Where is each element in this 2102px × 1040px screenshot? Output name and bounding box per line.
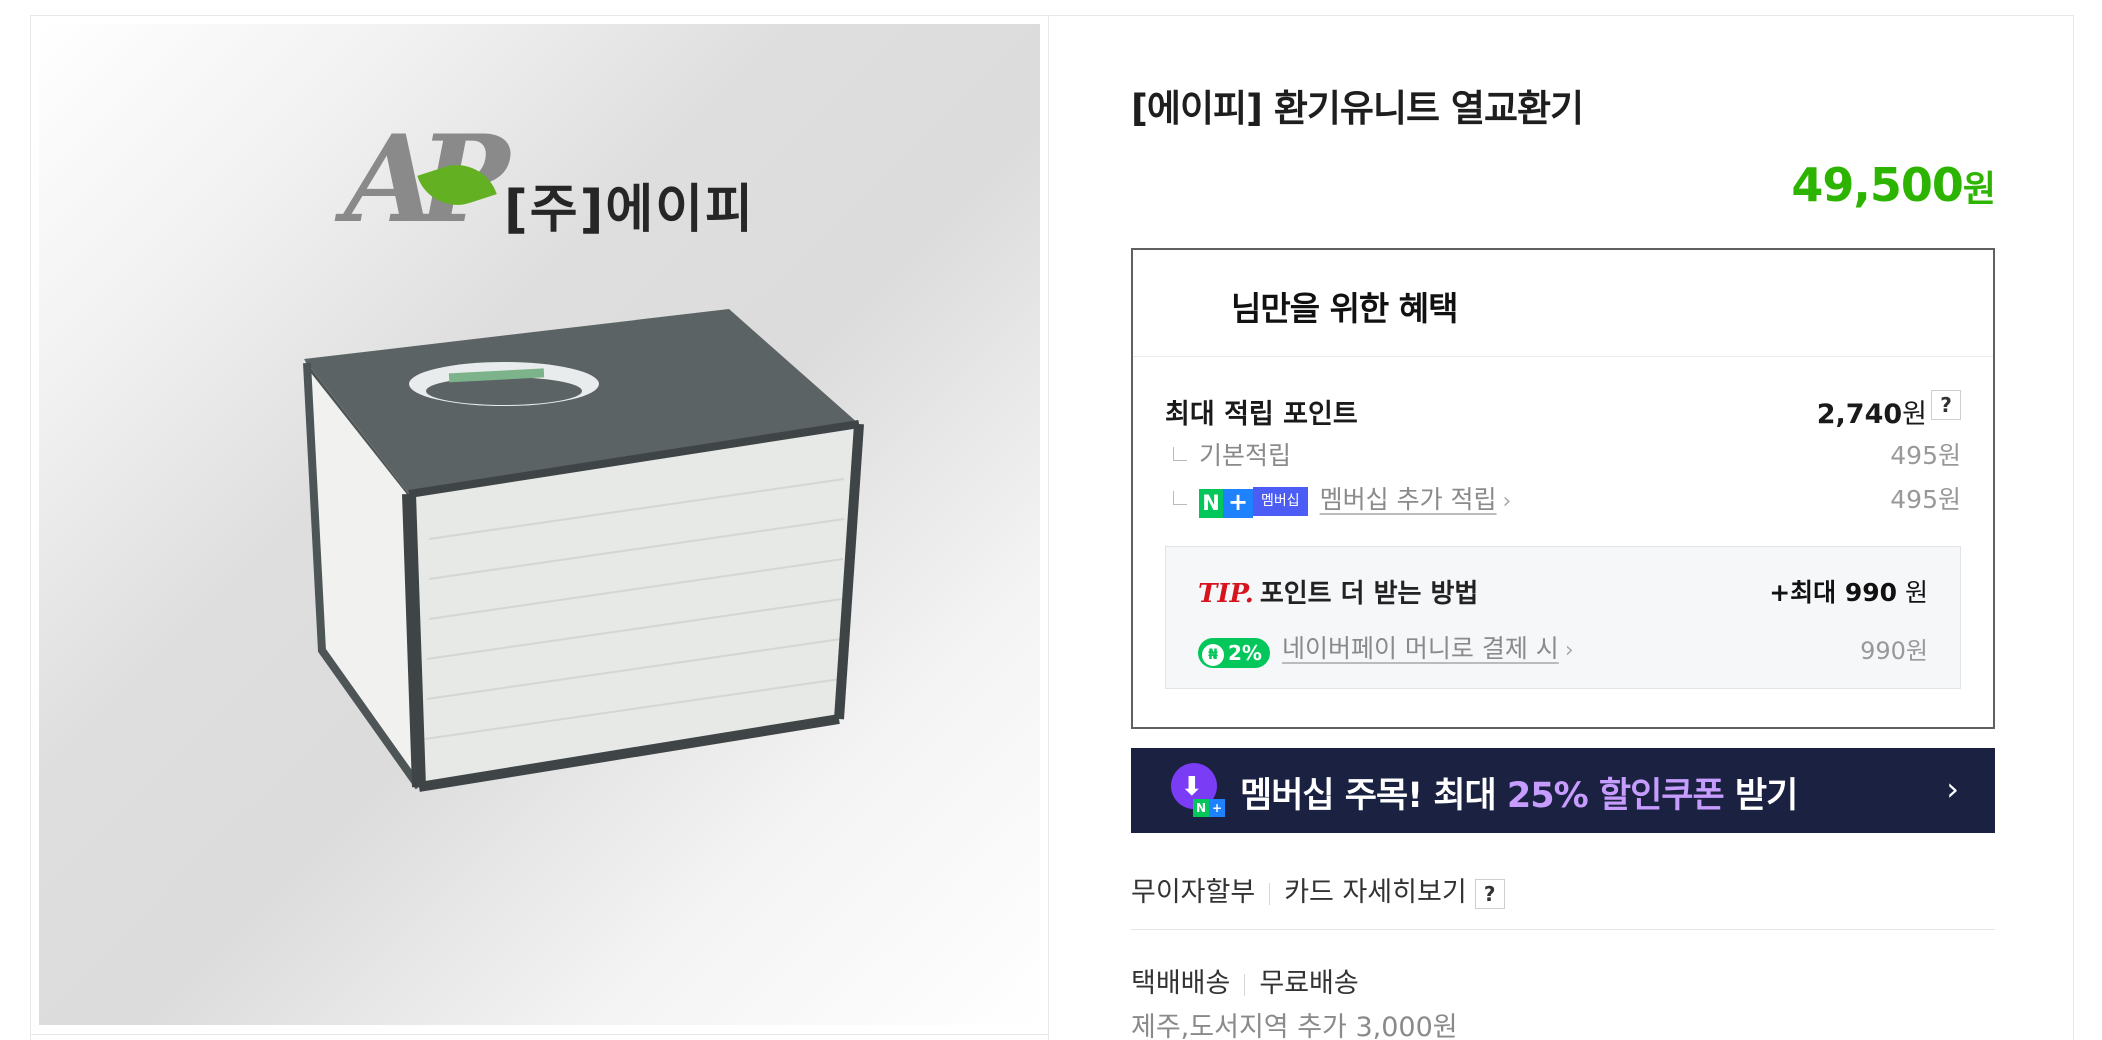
chevron-right-icon: › xyxy=(1564,638,1574,663)
npay-money-value: 990원 xyxy=(1860,637,1928,665)
coupon-highlight: 25% 할인쿠폰 xyxy=(1506,776,1725,816)
max-points-amount: 2,740 xyxy=(1816,399,1903,430)
product-box-graphic xyxy=(303,309,864,792)
shipping-extra: 제주,도서지역 추가 3,000원 xyxy=(1131,1012,1458,1040)
divider xyxy=(1269,882,1271,905)
basic-points-label: 기본적립 xyxy=(1199,441,1292,470)
benefit-header: 님만을 위한 혜택 xyxy=(1133,250,1993,357)
tip-max-points: +최대 990 원 xyxy=(1769,578,1928,607)
membership-coupon-banner[interactable]: ⬇ N + 멤버십 주목! 최대 25% 할인쿠폰 받기 › xyxy=(1131,748,1995,833)
basic-points-value: 495원 xyxy=(1890,441,1961,470)
column-divider xyxy=(1048,15,1049,1040)
tip-text: 포인트 더 받는 방법 xyxy=(1259,579,1479,609)
chevron-right-icon: › xyxy=(1502,489,1512,514)
shipping-fee: 무료배송 xyxy=(1259,968,1359,999)
membership-points-value: 495원 xyxy=(1890,485,1961,514)
download-coupon-icon: ⬇ N + xyxy=(1171,763,1225,817)
tip-header-row: TIP. 포인트 더 받는 방법 +최대 990 원 xyxy=(1198,573,1928,610)
card-help-button[interactable]: ? xyxy=(1474,878,1505,909)
price-unit: 원 xyxy=(1962,169,1996,210)
max-points-label: 최대 적립 포인트 xyxy=(1165,399,1358,430)
shipping-row: 택배배송 무료배송 xyxy=(1131,961,1359,1000)
max-points-value: 2,740원 xyxy=(1817,392,1927,431)
sub-item-icon xyxy=(1173,447,1187,461)
price-amount: 49,500 xyxy=(1791,158,1964,212)
npay-money-link[interactable]: 네이버페이 머니로 결제 시 xyxy=(1282,634,1559,663)
benefit-title: 님만을 위한 혜택 xyxy=(1231,289,1458,328)
logo-company-name: [주]에이피 xyxy=(504,180,755,240)
product-image[interactable]: AP [주]에이피 xyxy=(39,24,1040,1025)
brand-logo: AP [주]에이피 xyxy=(344,109,764,259)
product-title: [에이피] 환기유니트 열교환기 xyxy=(1131,87,1584,130)
payment-info-row: 무이자할부 카드 자세히보기? xyxy=(1131,870,1505,909)
benefit-box: 님만을 위한 혜택 최대 적립 포인트 2,740원 ? 기본적립 495원 N… xyxy=(1131,248,1995,729)
tip-box: TIP. 포인트 더 받는 방법 +최대 990 원 ₦ 2% 네이버페이 머니로 결… xyxy=(1165,546,1961,689)
product-price: 49,500원 xyxy=(1791,158,1996,212)
npay-money-row: ₦ 2% 네이버페이 머니로 결제 시 › 990원 xyxy=(1198,629,1928,668)
membership-points-link[interactable]: 멤버십 추가 적립 xyxy=(1320,485,1497,514)
max-points-unit: 원 xyxy=(1902,399,1927,430)
coupon-text: 멤버십 주목! 최대 25% 할인쿠폰 받기 xyxy=(1240,776,1798,816)
npay-percent-badge: ₦ 2% xyxy=(1198,637,1270,668)
shipping-method: 택배배송 xyxy=(1131,968,1231,999)
points-help-button[interactable]: ? xyxy=(1931,390,1961,420)
image-bottom-divider xyxy=(30,1034,1048,1035)
installment-label: 무이자할부 xyxy=(1131,877,1256,908)
npay-coin-icon: ₦ xyxy=(1202,643,1224,666)
tip-label: TIP. xyxy=(1198,579,1254,609)
divider xyxy=(1244,973,1246,996)
card-details-link[interactable]: 카드 자세히보기 xyxy=(1284,877,1466,908)
sub-item-icon xyxy=(1173,491,1187,505)
naver-plus-mini-badge: N + xyxy=(1193,799,1225,817)
naver-plus-membership-badge: N + 멤버십 xyxy=(1199,486,1308,518)
chevron-right-icon: › xyxy=(1946,770,1959,808)
section-divider xyxy=(1131,929,1995,930)
